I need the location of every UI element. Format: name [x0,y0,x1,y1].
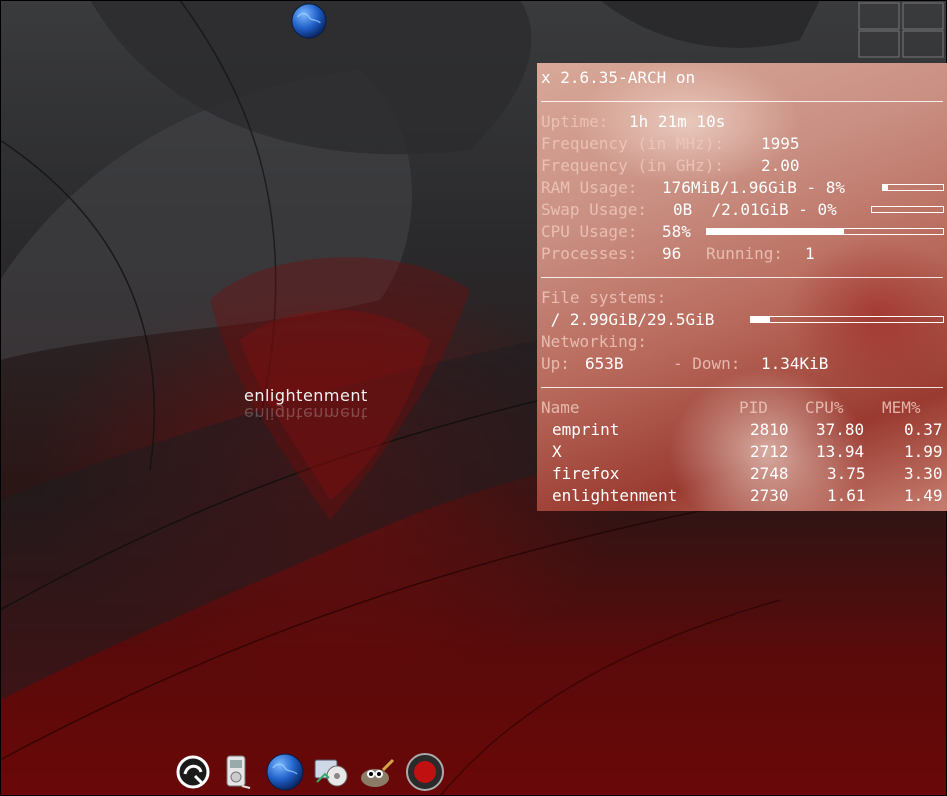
swap-bar [871,206,944,213]
cpu-value: 58% [662,222,691,241]
ram-value: 176MiB/1.96GiB - 8% [662,178,846,197]
proc-header-name: Name [541,398,580,417]
freq-mhz-label: Frequency (in MHz): [541,134,725,153]
swap-value: 0B /2.01GiB - 0% [673,200,837,219]
down-label: - Down: [673,354,741,373]
uptime-label: Uptime: [541,112,609,131]
ram-label: RAM Usage: [541,178,638,197]
freq-ghz-value: 2.00 [761,156,800,175]
record-icon[interactable] [405,752,445,792]
uptime-value: 1h 21m 10s [629,112,726,131]
process-cpu: 1.61 [827,486,866,505]
process-mem: 1.49 [904,486,943,505]
processes-label: Processes: [541,244,638,263]
running-label: Running: [706,244,784,263]
down-value: 1.34KiB [761,354,829,373]
process-pid: 2810 [750,420,789,439]
process-pid: 2748 [750,464,789,483]
net-label: Networking: [541,332,647,351]
process-mem: 0.37 [904,420,943,439]
process-cpu: 13.94 [816,442,865,461]
fs-value: / 2.99GiB/29.5GiB [541,310,715,329]
enlightenment-menu-icon[interactable] [173,752,213,792]
up-label: Up: [541,354,570,373]
proc-header-mem: MEM% [882,398,921,417]
process-cpu: 37.80 [816,420,865,439]
cpu-bar-fill [707,229,844,234]
process-cpu: 3.75 [827,464,866,483]
desktop-pager-icon[interactable] [858,2,944,58]
freq-ghz-label: Frequency (in GHz): [541,156,725,175]
process-name: X [552,442,562,461]
gimp-icon[interactable] [357,752,397,792]
proc-header-cpu: CPU% [805,398,844,417]
fs-label: File systems: [541,288,667,307]
enlightenment-logo-reflection: enlightenment [244,404,368,423]
ram-bar-fill [883,185,888,190]
process-name: enlightenment [552,486,678,505]
freq-mhz-value: 1995 [761,134,800,153]
proc-header-pid: PID [739,398,768,417]
up-value: 653B [585,354,624,373]
conky-divider [541,387,943,388]
fs-bar [750,316,944,323]
process-mem: 3.30 [904,464,943,483]
process-name: emprint [552,420,620,439]
conky-divider [541,277,943,278]
enlightenment-logo: enlightenment [244,386,368,405]
process-pid: 2730 [750,486,789,505]
cpu-label: CPU Usage: [541,222,638,241]
process-name: firefox [552,464,620,483]
conky-system-monitor: x 2.6.35-ARCH on Uptime: 1h 21m 10s Freq… [537,63,947,511]
running-value: 1 [805,244,815,263]
cpu-bar [706,228,944,235]
multimedia-icon[interactable] [311,752,351,792]
process-mem: 1.99 [904,442,943,461]
ram-bar [882,184,944,191]
processes-value: 96 [662,244,682,263]
desktop-globe-icon[interactable] [290,2,328,40]
media-player-icon[interactable] [216,752,256,792]
swap-label: Swap Usage: [541,200,647,219]
fs-bar-fill [751,317,771,322]
process-pid: 2712 [750,442,789,461]
conky-title: x 2.6.35-ARCH on [541,68,696,87]
firefox-globe-icon[interactable] [265,752,305,792]
conky-divider [541,101,943,102]
